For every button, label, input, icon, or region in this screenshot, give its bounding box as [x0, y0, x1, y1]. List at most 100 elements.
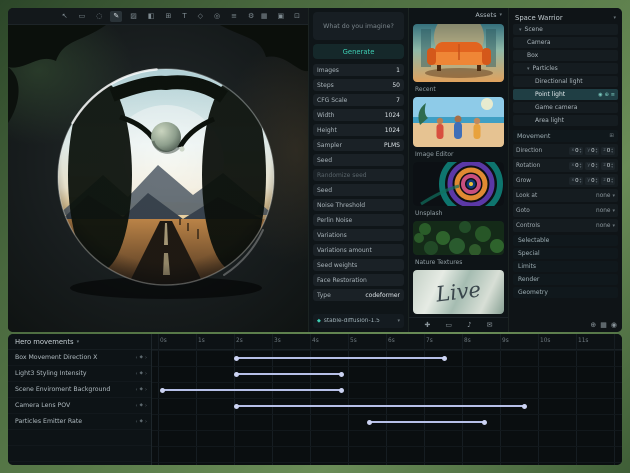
step-down-icon[interactable]: ▾: [611, 181, 613, 183]
axis-x-field[interactable]: x0▴▾: [569, 147, 583, 155]
axis-x-field[interactable]: x0▴▾: [569, 177, 583, 185]
shape-tool-icon[interactable]: ◇: [195, 11, 206, 22]
asset-thumb-live-sign[interactable]: Live: [413, 270, 504, 314]
axis-z-field[interactable]: z0▴▾: [601, 162, 615, 170]
axis-z-field[interactable]: z0▴▾: [601, 147, 615, 155]
asset-category-nature-textures[interactable]: Nature Textures: [413, 258, 504, 267]
prev-keyframe-icon[interactable]: ‹: [136, 371, 138, 377]
asset-category-unsplash[interactable]: Unsplash: [413, 209, 504, 218]
next-keyframe-icon[interactable]: ›: [145, 419, 147, 425]
tree-item-box[interactable]: Box: [513, 50, 618, 61]
prop-goto[interactable]: Gotonone▾: [513, 204, 618, 217]
lasso-tool-icon[interactable]: ◌: [93, 11, 105, 22]
keyframe-bar[interactable]: [236, 373, 342, 375]
keyframe-bar[interactable]: [162, 389, 343, 391]
step-down-icon[interactable]: ▾: [596, 166, 598, 168]
text-tool-icon[interactable]: T: [179, 11, 189, 22]
add-keyframe-icon[interactable]: ◆: [140, 387, 143, 392]
asset-thumb-couch[interactable]: [413, 24, 504, 82]
grid-icon[interactable]: ▦: [600, 322, 607, 329]
add-object-icon[interactable]: ⊕: [590, 322, 596, 329]
track-light3-styling-intensity[interactable]: Light3 Styling Intensity‹◆›: [8, 366, 151, 382]
track-particles-emitter-rate[interactable]: Particles Emitter Rate‹◆›: [8, 414, 151, 430]
tree-item-camera[interactable]: Camera: [513, 37, 618, 48]
param-randomize-seed[interactable]: Randomize seed: [313, 169, 404, 181]
layers-tool-icon[interactable]: ≡: [228, 11, 240, 22]
tree-item-particles[interactable]: ▾Particles: [513, 63, 618, 74]
param-cfg-scale[interactable]: CFG Scale7: [313, 94, 404, 106]
axis-y-field[interactable]: y0▴▾: [585, 147, 599, 155]
comment-icon[interactable]: ✉: [487, 322, 493, 329]
timeline-ruler[interactable]: [152, 334, 622, 350]
param-seed[interactable]: Seed: [313, 184, 404, 196]
marquee-tool-icon[interactable]: ▭: [76, 11, 89, 22]
next-keyframe-icon[interactable]: ›: [145, 403, 147, 409]
param-variations-amount[interactable]: Variations amount: [313, 244, 404, 256]
prop-look-at[interactable]: Look atnone▾: [513, 189, 618, 202]
param-seed-weights[interactable]: Seed weights: [313, 259, 404, 271]
prop-grow[interactable]: Growx0▴▾y0▴▾z0▴▾: [513, 174, 618, 187]
scene-header[interactable]: Space Warrior ▾: [513, 11, 618, 24]
timeline-header[interactable]: Hero movements ▾: [8, 334, 151, 350]
axis-x-field[interactable]: x0▴▾: [569, 162, 583, 170]
tree-item-game-camera[interactable]: Game camera: [513, 102, 618, 113]
step-down-icon[interactable]: ▾: [580, 151, 582, 153]
section-selectable[interactable]: Selectable: [513, 235, 618, 246]
pencil-tool-icon[interactable]: ✎: [110, 11, 122, 22]
prompt-input[interactable]: What do you imagine?: [313, 12, 404, 40]
asset-category-image-editor[interactable]: Image Editor: [413, 150, 504, 159]
asset-category-recent[interactable]: Recent: [413, 85, 504, 94]
canvas-viewport[interactable]: [8, 25, 308, 332]
tree-item-area-light[interactable]: Area light: [513, 115, 618, 126]
param-height[interactable]: Height1024: [313, 124, 404, 136]
zoom-tool-icon[interactable]: ◎: [211, 11, 223, 22]
add-keyframe-icon[interactable]: ◆: [140, 419, 143, 424]
step-down-icon[interactable]: ▾: [580, 181, 582, 183]
add-asset-icon[interactable]: ✚: [425, 322, 431, 329]
param-sampler[interactable]: SamplerPLMS: [313, 139, 404, 151]
next-keyframe-icon[interactable]: ›: [145, 387, 147, 393]
timeline-lane[interactable]: 0s1s2s3s4s5s6s7s8s9s10s11s: [152, 334, 622, 465]
track-camera-lens-pov[interactable]: Camera Lens POV‹◆›: [8, 398, 151, 414]
focus-icon[interactable]: ⊕: [605, 92, 609, 98]
snapshot-icon[interactable]: ▣: [275, 11, 288, 22]
next-keyframe-icon[interactable]: ›: [145, 371, 147, 377]
prop-controls[interactable]: Controlsnone▾: [513, 219, 618, 232]
fullscreen-icon[interactable]: ⊡: [291, 11, 303, 22]
asset-thumb-beach[interactable]: [413, 97, 504, 147]
step-down-icon[interactable]: ▾: [611, 151, 613, 153]
section-render[interactable]: Render: [513, 274, 618, 285]
eraser-tool-icon[interactable]: ▨: [127, 11, 140, 22]
assets-header[interactable]: Assets ▾: [409, 8, 508, 21]
param-perlin-noise[interactable]: Perlin Noise: [313, 214, 404, 226]
tree-item-scene[interactable]: ▾Scene: [513, 24, 618, 35]
prev-keyframe-icon[interactable]: ‹: [136, 387, 138, 393]
tree-item-directional-light[interactable]: Directional light: [513, 76, 618, 87]
movement-settings-icon[interactable]: ⊞: [609, 133, 614, 139]
asset-thumb-foliage[interactable]: [413, 221, 504, 255]
param-type[interactable]: Typecodeformer: [313, 289, 404, 301]
add-keyframe-icon[interactable]: ◆: [140, 403, 143, 408]
generate-button[interactable]: Generate: [313, 44, 404, 59]
model-selector[interactable]: ◆ stable-diffusion-1.5 ▾: [313, 314, 404, 328]
keyframe-bar[interactable]: [236, 357, 445, 359]
prev-keyframe-icon[interactable]: ‹: [136, 419, 138, 425]
next-keyframe-icon[interactable]: ›: [145, 355, 147, 361]
add-keyframe-icon[interactable]: ◆: [140, 371, 143, 376]
param-face-restoration[interactable]: Face Restoration: [313, 274, 404, 286]
step-down-icon[interactable]: ▾: [611, 166, 613, 168]
settings-tool-icon[interactable]: ⚙: [245, 11, 257, 22]
prev-keyframe-icon[interactable]: ‹: [136, 355, 138, 361]
keyframe-bar[interactable]: [236, 405, 525, 407]
grid-toggle-icon[interactable]: ▦: [258, 11, 271, 22]
param-images[interactable]: Images1: [313, 64, 404, 76]
track-scene-enviroment-background[interactable]: Scene Enviroment Background‹◆›: [8, 382, 151, 398]
section-special[interactable]: Special: [513, 248, 618, 259]
prop-rotation[interactable]: Rotationx0▴▾y0▴▾z0▴▾: [513, 159, 618, 172]
param-noise-threshold[interactable]: Noise Threshold: [313, 199, 404, 211]
stamp-tool-icon[interactable]: ⊞: [162, 11, 174, 22]
mic-icon[interactable]: ♪: [467, 322, 471, 329]
keyframe-bar[interactable]: [369, 421, 485, 423]
asset-thumb-peacock[interactable]: [413, 162, 504, 206]
add-keyframe-icon[interactable]: ◆: [140, 355, 143, 360]
